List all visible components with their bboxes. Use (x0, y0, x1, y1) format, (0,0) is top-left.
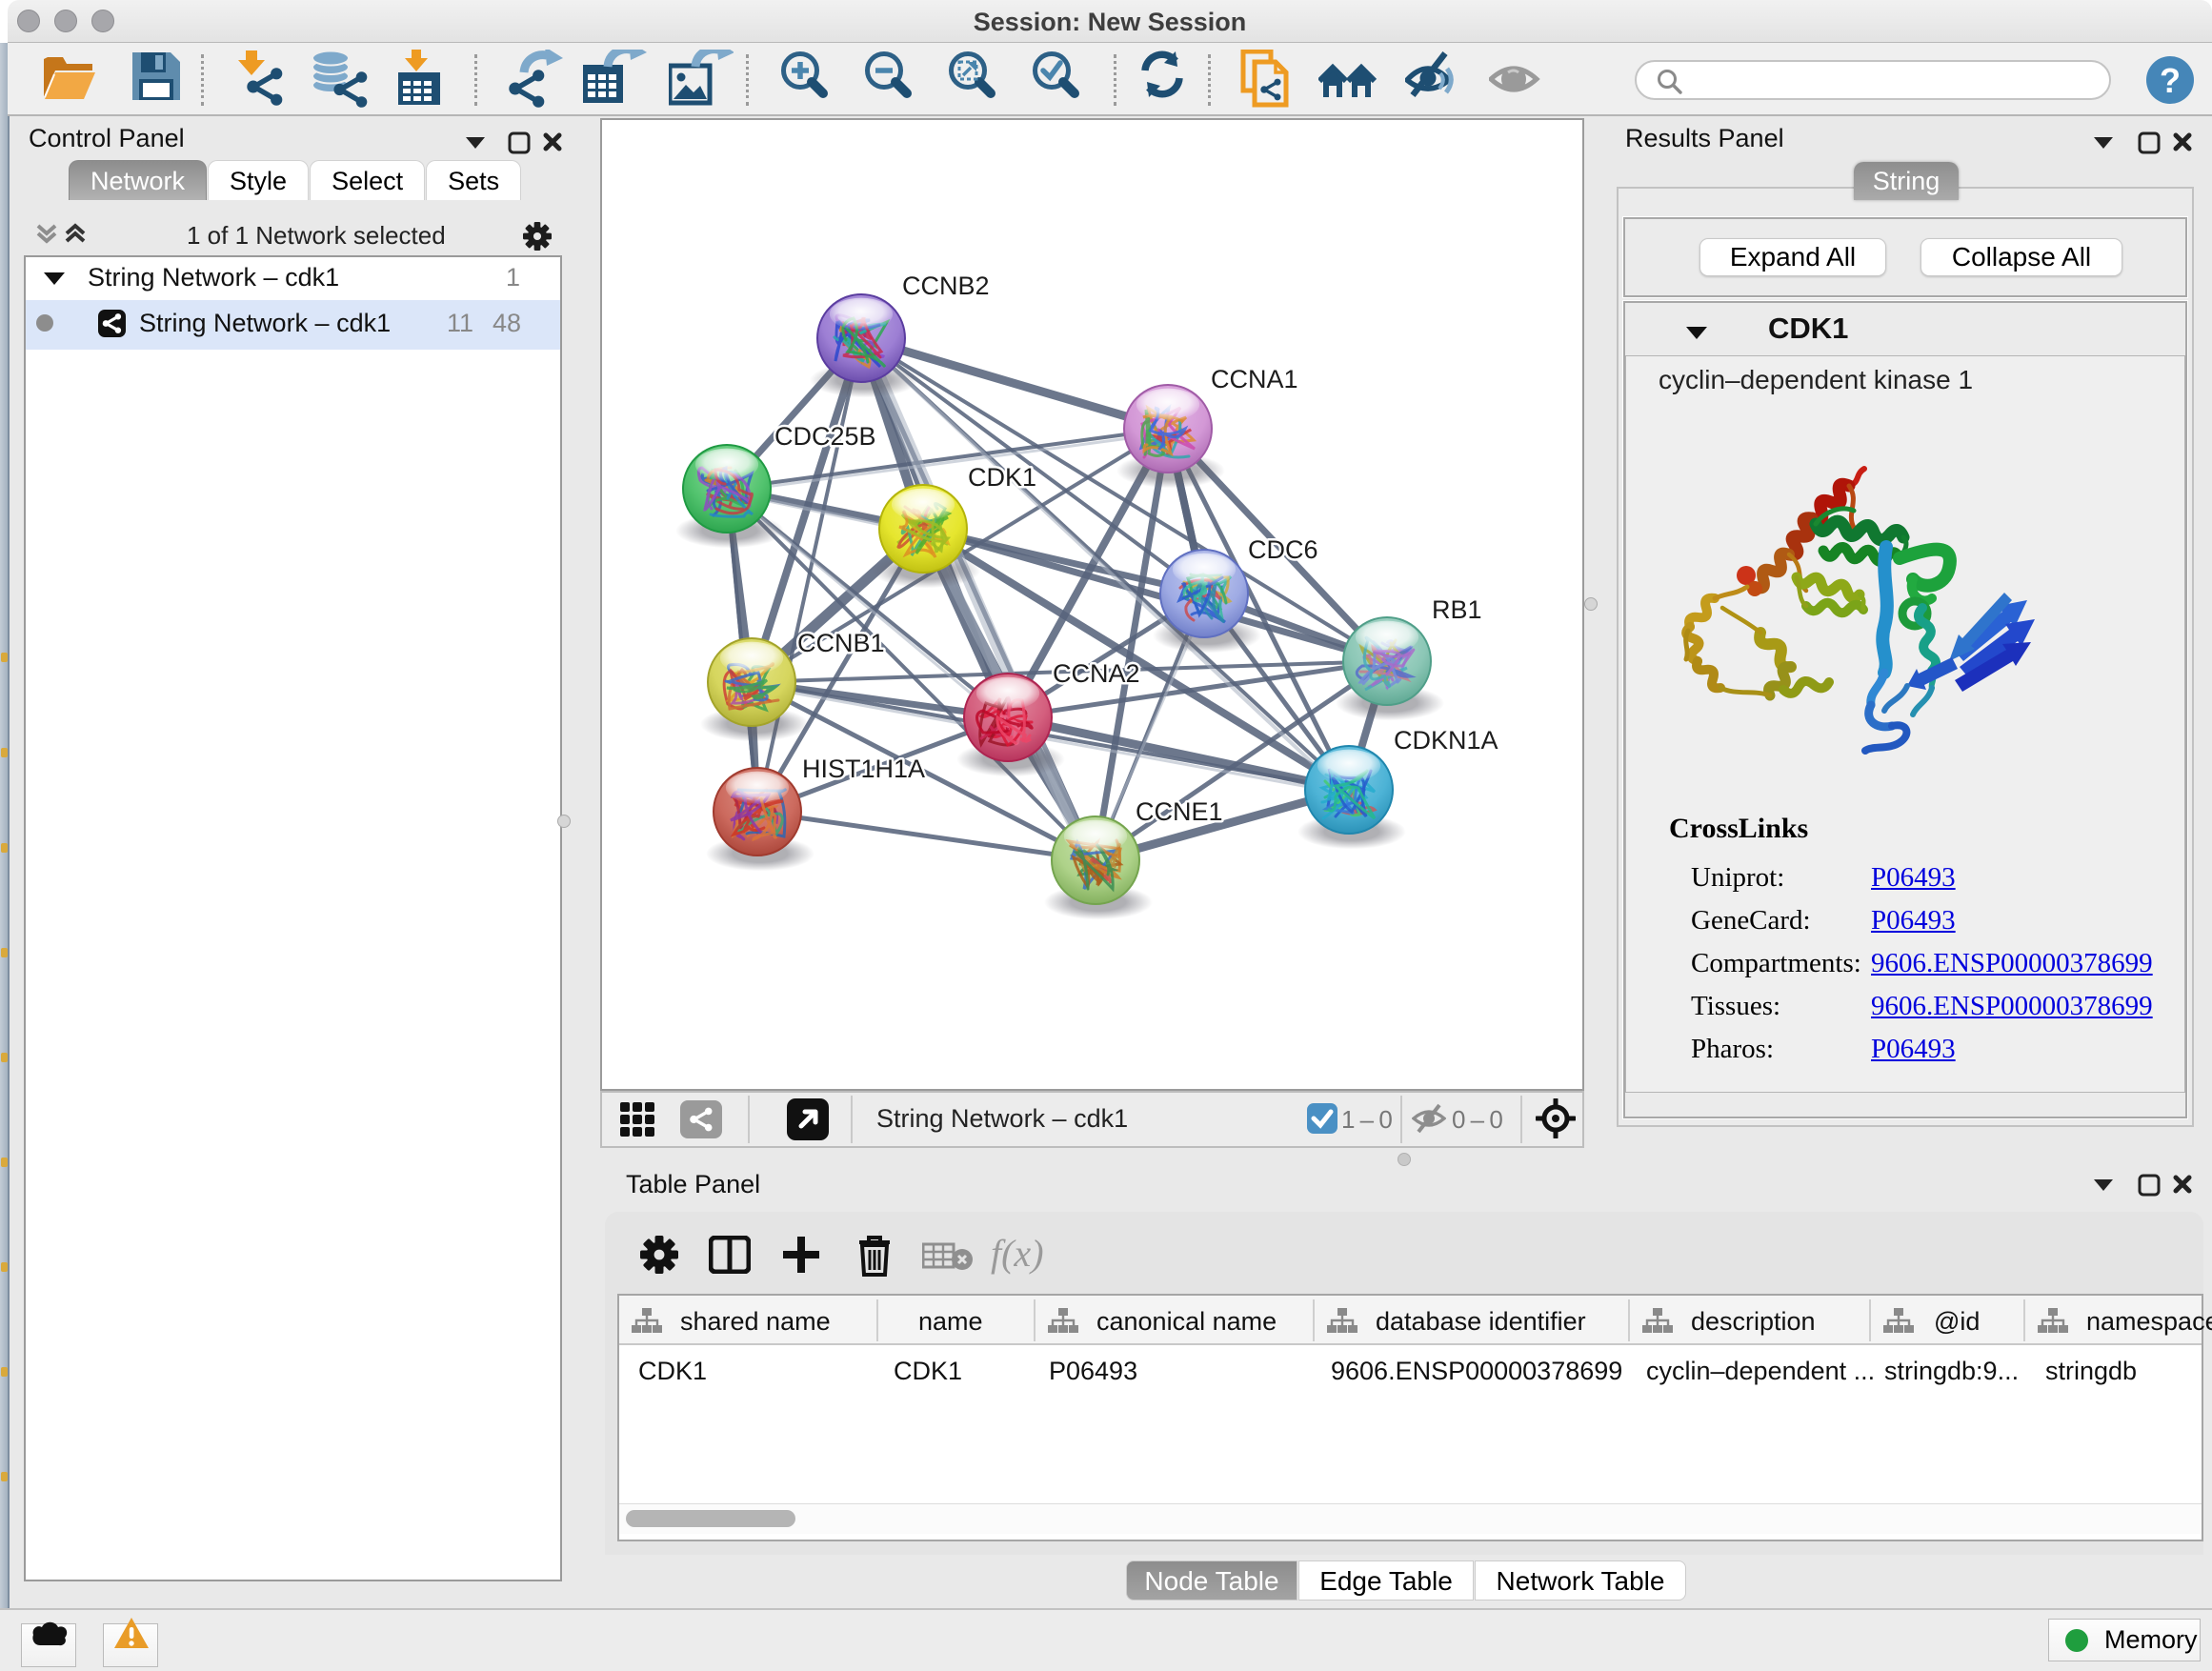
svg-text:CCNB2: CCNB2 (902, 272, 990, 300)
svg-text:CCNA2: CCNA2 (1053, 659, 1140, 688)
svg-text:CDKN1A: CDKN1A (1394, 726, 1498, 755)
svg-text:CCNB1: CCNB1 (797, 629, 885, 657)
svg-text:?: ? (2160, 61, 2181, 100)
svg-text:CDK1: CDK1 (968, 463, 1036, 492)
svg-text:RB1: RB1 (1432, 595, 1482, 624)
svg-text:CDC6: CDC6 (1248, 535, 1318, 564)
svg-text:CCNA1: CCNA1 (1211, 365, 1298, 393)
svg-text:HIST1H1A: HIST1H1A (802, 755, 925, 783)
svg-text:CDC25B: CDC25B (774, 422, 876, 451)
svg-text:CCNE1: CCNE1 (1136, 797, 1223, 826)
